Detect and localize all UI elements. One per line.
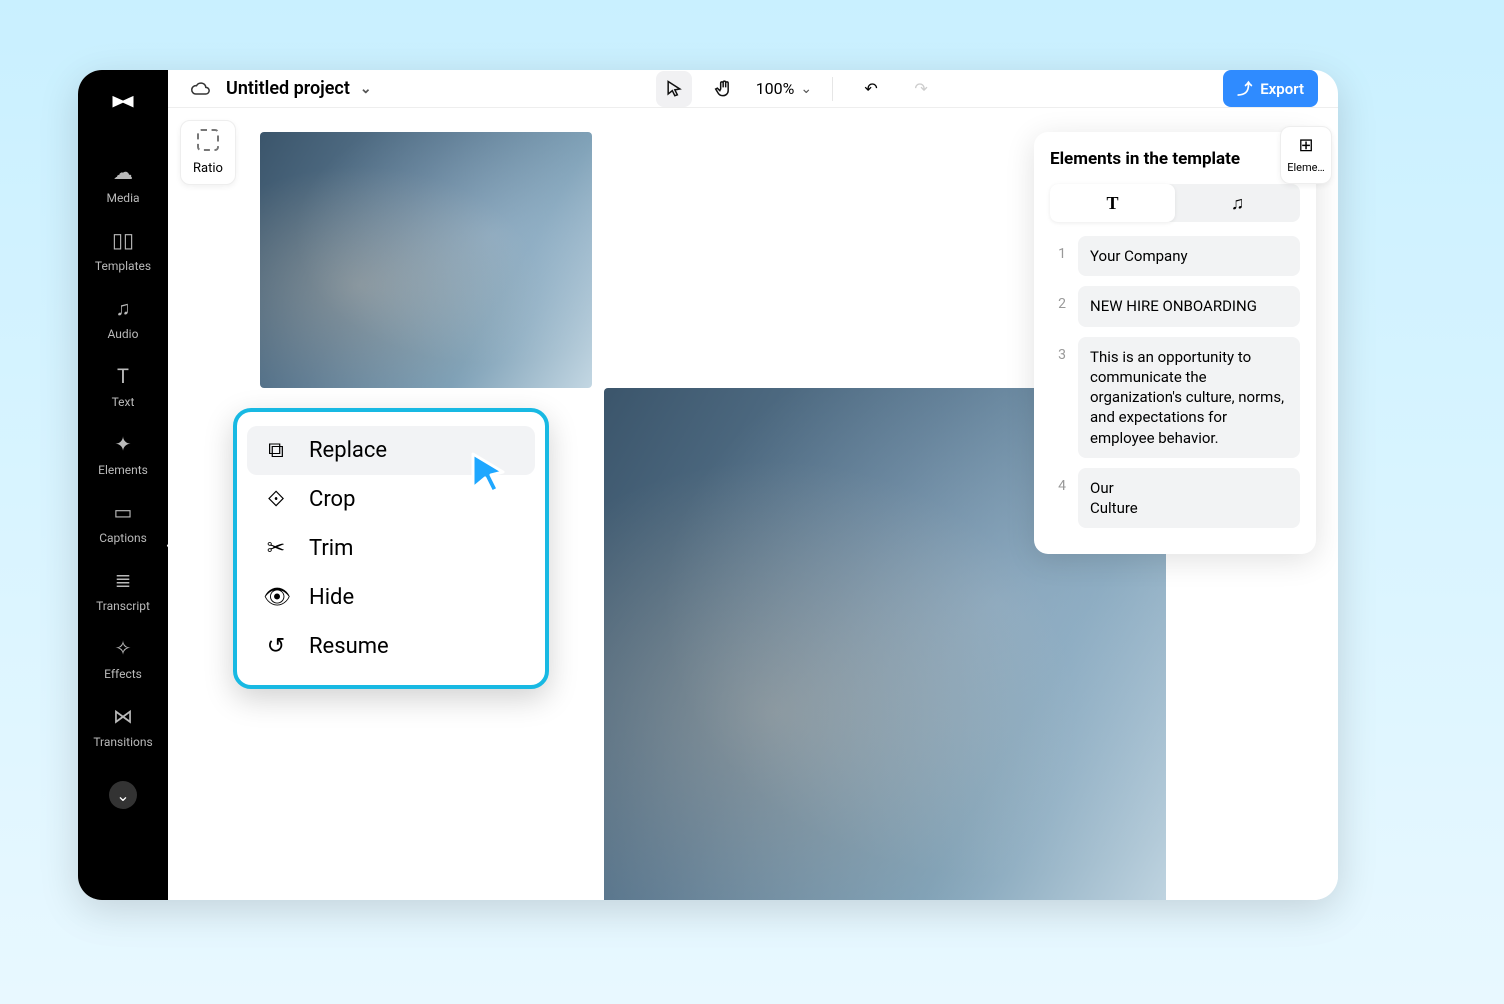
context-menu: ⧉ Replace ⟐ Crop ✂ Trim 👁 Hide ↺ Resu xyxy=(233,408,549,689)
ratio-icon xyxy=(197,129,219,151)
sidebar-item-captions[interactable]: ▭ Captions xyxy=(99,499,147,545)
elements-row-card[interactable]: Your Company xyxy=(1078,236,1300,276)
context-item-label: Replace xyxy=(309,438,387,463)
hide-icon: 👁 xyxy=(263,585,289,610)
effects-icon: ✧ xyxy=(110,635,136,661)
elements-row-card[interactable]: NEW HIRE ONBOARDING xyxy=(1078,286,1300,326)
transcript-icon: ≣ xyxy=(110,567,136,593)
canvas-area: Ratio ⧉ Replace ⟐ Crop ✂ Trim xyxy=(168,108,1338,900)
sidebar-label: Transcript xyxy=(96,599,150,613)
tab-text[interactable]: T xyxy=(1050,184,1175,222)
main-area: Untitled project ⌄ 100% ⌄ ↶ ↷ ⤴ Export xyxy=(168,70,1338,900)
sidebar-item-audio[interactable]: ♫ Audio xyxy=(108,295,139,341)
project-title[interactable]: Untitled project ⌄ xyxy=(226,78,372,99)
sidebar-item-effects[interactable]: ✧ Effects xyxy=(104,635,142,681)
captions-icon: ▭ xyxy=(110,499,136,525)
sidebar-label: Captions xyxy=(99,531,147,545)
context-hide[interactable]: 👁 Hide xyxy=(247,573,535,622)
divider xyxy=(832,77,833,101)
project-title-text: Untitled project xyxy=(226,78,350,99)
music-icon: ♫ xyxy=(1231,193,1245,214)
cloud-upload-icon: ☁ xyxy=(110,159,136,185)
cloud-sync-icon[interactable] xyxy=(188,77,212,101)
audio-icon: ♫ xyxy=(110,295,136,321)
ratio-label: Ratio xyxy=(193,161,223,176)
text-icon: T xyxy=(110,363,136,389)
pointer-tool-button[interactable] xyxy=(656,71,692,107)
chevron-down-icon: ⌄ xyxy=(800,81,812,97)
elements-row-index: 4 xyxy=(1050,468,1066,529)
sidebar-item-transitions[interactable]: ⋈ Transitions xyxy=(93,703,152,749)
sidebar-item-templates[interactable]: ▯▯ Templates xyxy=(95,227,151,273)
elements-panel-tabs: T ♫ xyxy=(1050,184,1300,222)
capcut-logo-icon xyxy=(109,90,137,118)
undo-button[interactable]: ↶ xyxy=(853,71,889,107)
export-button[interactable]: ⤴ Export xyxy=(1223,70,1318,107)
sidebar-item-transcript[interactable]: ≣ Transcript xyxy=(96,567,150,613)
app-sidebar: ☁ Media ▯▯ Templates ♫ Audio T Text ✦ El… xyxy=(78,70,168,900)
sidebar-item-text[interactable]: T Text xyxy=(110,363,136,409)
elements-panel-row: 3This is an opportunity to communicate t… xyxy=(1050,337,1300,458)
elements-row-index: 1 xyxy=(1050,236,1066,276)
sidebar-label: Text xyxy=(112,395,135,409)
transitions-icon: ⋈ xyxy=(110,703,136,729)
app-window: ☁ Media ▯▯ Templates ♫ Audio T Text ✦ El… xyxy=(78,70,1338,900)
sidebar-label: Effects xyxy=(104,667,142,681)
replace-icon: ⧉ xyxy=(263,438,289,463)
sidebar-label: Templates xyxy=(95,259,151,273)
redo-button[interactable]: ↷ xyxy=(903,71,939,107)
crop-icon: ⟐ xyxy=(263,487,289,512)
elements-panel-row: 4Our Culture xyxy=(1050,468,1300,529)
sidebar-label: Transitions xyxy=(93,735,152,749)
elements-row-card[interactable]: This is an opportunity to communicate th… xyxy=(1078,337,1300,458)
context-item-label: Crop xyxy=(309,487,355,512)
resume-icon: ↺ xyxy=(263,634,289,659)
context-trim[interactable]: ✂ Trim xyxy=(247,524,535,573)
context-item-label: Resume xyxy=(309,634,389,659)
elements-panel-row: 1 Your Company xyxy=(1050,236,1300,276)
context-crop[interactable]: ⟐ Crop xyxy=(247,475,535,524)
templates-icon: ▯▯ xyxy=(110,227,136,253)
elements-panel-title: Elements in the template xyxy=(1050,149,1240,169)
topbar: Untitled project ⌄ 100% ⌄ ↶ ↷ ⤴ Export xyxy=(168,70,1338,108)
ratio-button[interactable]: Ratio xyxy=(180,120,236,185)
elements-toggle-label: Eleme… xyxy=(1287,161,1325,174)
upload-icon: ⤴ xyxy=(1237,78,1252,99)
elements-toggle-button[interactable]: ⊞ Eleme… xyxy=(1280,126,1332,184)
context-replace[interactable]: ⧉ Replace xyxy=(247,426,535,475)
elements-icon: ✦ xyxy=(110,431,136,457)
elements-row-card[interactable]: Our Culture xyxy=(1078,468,1300,529)
app-logo[interactable] xyxy=(109,90,137,125)
tab-audio[interactable]: ♫ xyxy=(1175,184,1300,222)
elements-panel-row: 2 NEW HIRE ONBOARDING xyxy=(1050,286,1300,326)
elements-row-index: 3 xyxy=(1050,337,1066,458)
sidebar-item-media[interactable]: ☁ Media xyxy=(106,159,139,205)
sidebar-label: Elements xyxy=(98,463,148,477)
context-item-label: Trim xyxy=(309,536,353,561)
export-label: Export xyxy=(1260,80,1304,98)
sidebar-label: Media xyxy=(106,191,139,205)
context-resume[interactable]: ↺ Resume xyxy=(247,622,535,671)
zoom-value: 100% xyxy=(756,79,795,98)
elements-icon: ⊞ xyxy=(1285,135,1327,156)
sidebar-more-button[interactable]: ⌄ xyxy=(109,781,137,809)
sidebar-label: Audio xyxy=(108,327,139,341)
hand-tool-button[interactable] xyxy=(706,71,742,107)
chevron-down-icon: ⌄ xyxy=(360,81,372,97)
context-item-label: Hide xyxy=(309,585,354,610)
elements-panel: Elements in the template ✕ T ♫ 1Your Com… xyxy=(1034,132,1316,554)
zoom-dropdown[interactable]: 100% ⌄ xyxy=(756,79,812,98)
elements-row-index: 2 xyxy=(1050,286,1066,326)
sidebar-item-elements[interactable]: ✦ Elements xyxy=(98,431,148,477)
media-thumbnail[interactable] xyxy=(260,132,592,388)
text-icon: T xyxy=(1106,193,1118,214)
trim-icon: ✂ xyxy=(263,536,289,561)
